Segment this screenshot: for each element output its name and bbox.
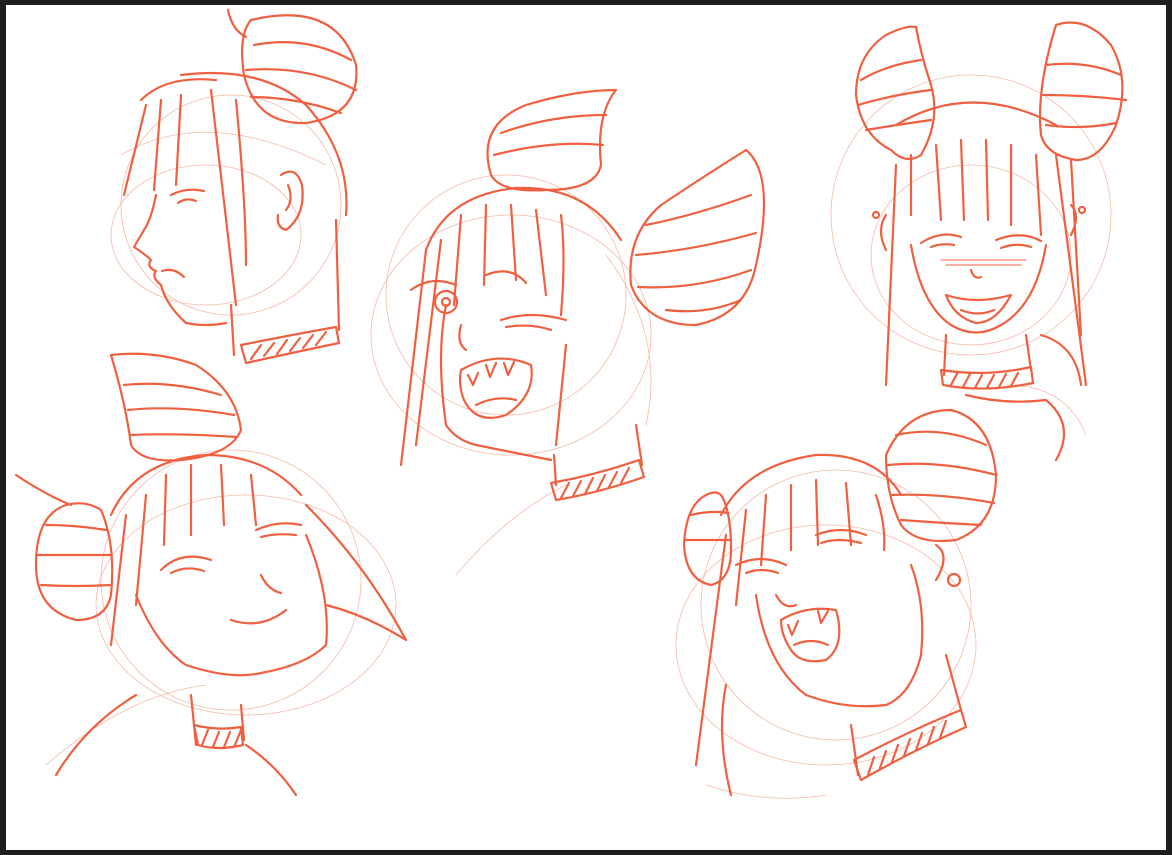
head-profile-left <box>110 8 358 365</box>
head-smirk-bottom-left <box>14 352 408 797</box>
head-laughing-bottom-right <box>675 408 998 799</box>
head-grinning-top-right <box>830 21 1128 462</box>
head-shouting-center <box>370 88 766 576</box>
drawing-canvas[interactable] <box>6 5 1166 850</box>
sketch-sheet <box>14 8 1128 799</box>
